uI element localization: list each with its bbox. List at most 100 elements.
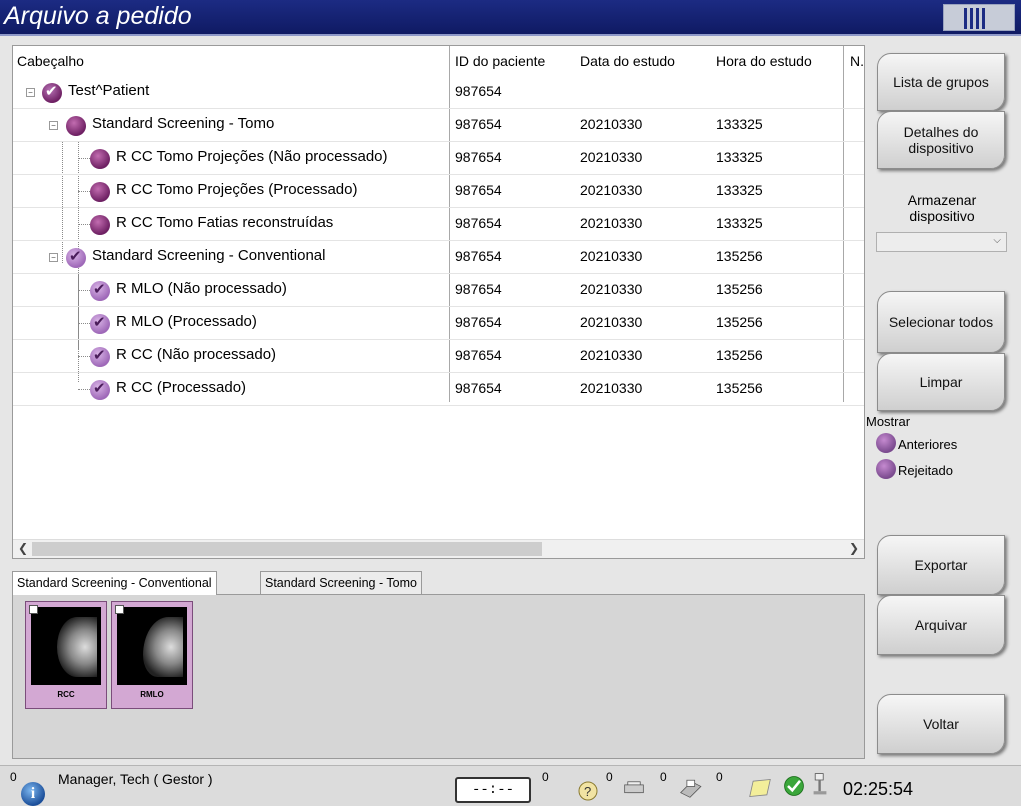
checkmark-icon[interactable] [780, 774, 808, 798]
row-patient-id: 987654 [455, 248, 502, 264]
row-patient-id: 987654 [455, 149, 502, 165]
thumbnail-panel: RCC RMLO [12, 594, 865, 759]
unchecked-node-icon[interactable] [90, 215, 110, 235]
chevron-down-icon: ⌵ [993, 235, 1001, 246]
row-name: R MLO (Processado) [116, 313, 257, 330]
table-row[interactable]: R CC (Não processado) 987654 20210330 13… [13, 340, 864, 373]
thumbnail-rmlo[interactable]: RMLO [111, 601, 193, 709]
collapse-icon[interactable]: − [49, 253, 58, 262]
row-study-time: 133325 [716, 149, 763, 165]
row-study-date: 20210330 [580, 314, 643, 330]
tab-standard-screening-tomo[interactable]: Standard Screening - Tomo [260, 571, 422, 595]
clear-button[interactable]: Limpar [877, 353, 1005, 411]
table-row[interactable]: − Standard Screening - Tomo 987654 20210… [13, 109, 864, 142]
checked-node-icon[interactable] [90, 379, 110, 400]
checked-node-icon[interactable] [90, 280, 110, 301]
table-row[interactable]: R MLO (Processado) 987654 20210330 13525… [13, 307, 864, 340]
archive-button[interactable]: Arquivar [877, 595, 1005, 655]
count-c: 0 [660, 770, 667, 784]
row-patient-id: 987654 [455, 83, 502, 99]
row-study-time: 133325 [716, 182, 763, 198]
row-name: Standard Screening - Tomo [92, 115, 275, 132]
left-count: 0 [10, 770, 17, 784]
horizontal-scrollbar[interactable]: ❮ ❯ [13, 539, 864, 558]
device-details-button[interactable]: Detalhes do dispositivo [877, 111, 1005, 169]
row-study-time: 135256 [716, 347, 763, 363]
unchecked-node-icon[interactable] [90, 182, 110, 202]
table-row[interactable]: R CC Tomo Fatias reconstruídas 987654 20… [13, 208, 864, 241]
store-device-label: Armazenar dispositivo [907, 192, 977, 224]
study-tree-table[interactable]: Cabeçalho ID do paciente Data do estudo … [12, 45, 865, 559]
mammogram-image [117, 607, 187, 685]
table-row[interactable]: R CC Tomo Projeções (Processado) 987654 … [13, 175, 864, 208]
row-study-time: 135256 [716, 248, 763, 264]
print-queue-icon[interactable] [620, 776, 648, 800]
xray-tube-icon[interactable] [806, 772, 834, 796]
row-name: R CC (Processado) [116, 379, 247, 396]
scrollbar-thumb[interactable] [32, 542, 542, 556]
row-patient-id: 987654 [455, 347, 502, 363]
svg-text:?: ? [584, 784, 591, 799]
tab-standard-screening-conventional[interactable]: Standard Screening - Conventional [12, 571, 217, 595]
checked-node-icon[interactable] [90, 313, 110, 334]
unchecked-node-icon[interactable] [66, 116, 86, 136]
checked-node-icon[interactable] [42, 82, 62, 103]
table-row[interactable]: R CC (Processado) 987654 20210330 135256 [13, 373, 864, 406]
scroll-left-icon[interactable]: ❮ [18, 541, 28, 555]
notes-icon[interactable] [746, 776, 774, 800]
row-patient-id: 987654 [455, 281, 502, 297]
count-a: 0 [542, 770, 549, 784]
thumbnail-label: RCC [57, 690, 75, 699]
system-time: 02:25:54 [843, 779, 914, 799]
row-study-date: 20210330 [580, 281, 643, 297]
col-header-more[interactable]: N. [850, 53, 864, 69]
clock-display: --:-- [455, 777, 531, 803]
thumbnail-checkbox[interactable] [115, 605, 124, 614]
table-row[interactable]: R MLO (Não processado) 987654 20210330 1… [13, 274, 864, 307]
row-study-time: 135256 [716, 380, 763, 396]
row-study-date: 20210330 [580, 182, 643, 198]
row-patient-id: 987654 [455, 215, 502, 231]
table-row[interactable]: R CC Tomo Projeções (Não processado) 987… [13, 142, 864, 175]
table-row[interactable]: − Test^Patient 987654 [13, 76, 864, 109]
row-study-time: 135256 [716, 281, 763, 297]
table-row[interactable]: − Standard Screening - Conventional 9876… [13, 241, 864, 274]
info-icon[interactable]: i [21, 782, 45, 806]
col-header-name[interactable]: Cabeçalho [17, 53, 84, 69]
collapse-icon[interactable]: − [49, 121, 58, 130]
checked-node-icon[interactable] [66, 247, 86, 268]
help-icon[interactable]: ? [575, 778, 603, 802]
count-b: 0 [606, 770, 613, 784]
checked-node-icon[interactable] [90, 346, 110, 367]
window-title: Arquivo a pedido [4, 2, 192, 30]
printer-icon[interactable] [676, 776, 704, 800]
row-patient-id: 987654 [455, 380, 502, 396]
col-header-study-time[interactable]: Hora do estudo [716, 53, 812, 69]
thumbnail-checkbox[interactable] [29, 605, 38, 614]
row-study-time: 135256 [716, 314, 763, 330]
show-rejected-label[interactable]: Rejeitado [898, 463, 953, 478]
select-all-button[interactable]: Selecionar todos [877, 291, 1005, 353]
col-header-study-date[interactable]: Data do estudo [580, 53, 675, 69]
row-patient-id: 987654 [455, 182, 502, 198]
unchecked-node-icon[interactable] [90, 149, 110, 169]
prior-toggle-icon[interactable] [876, 433, 896, 453]
collapse-icon[interactable]: − [26, 88, 35, 97]
brand-logo [943, 4, 1015, 31]
scroll-right-icon[interactable]: ❯ [849, 541, 859, 555]
thumbnail-rcc[interactable]: RCC [25, 601, 107, 709]
store-device-select[interactable]: ⌵ [876, 232, 1007, 252]
group-list-button[interactable]: Lista de grupos [877, 53, 1005, 111]
table-header: Cabeçalho ID do paciente Data do estudo … [13, 46, 864, 76]
row-study-date: 20210330 [580, 116, 643, 132]
row-name: R CC Tomo Projeções (Não processado) [116, 148, 388, 165]
back-button[interactable]: Voltar [877, 694, 1005, 754]
show-prior-label[interactable]: Anteriores [898, 437, 957, 452]
rejected-toggle-icon[interactable] [876, 459, 896, 479]
col-header-patient-id[interactable]: ID do paciente [455, 53, 545, 69]
row-name: R MLO (Não processado) [116, 280, 287, 297]
row-name: Test^Patient [68, 82, 150, 99]
row-name: R CC Tomo Projeções (Processado) [116, 181, 358, 198]
thumbnail-label: RMLO [140, 690, 164, 699]
export-button[interactable]: Exportar [877, 535, 1005, 595]
